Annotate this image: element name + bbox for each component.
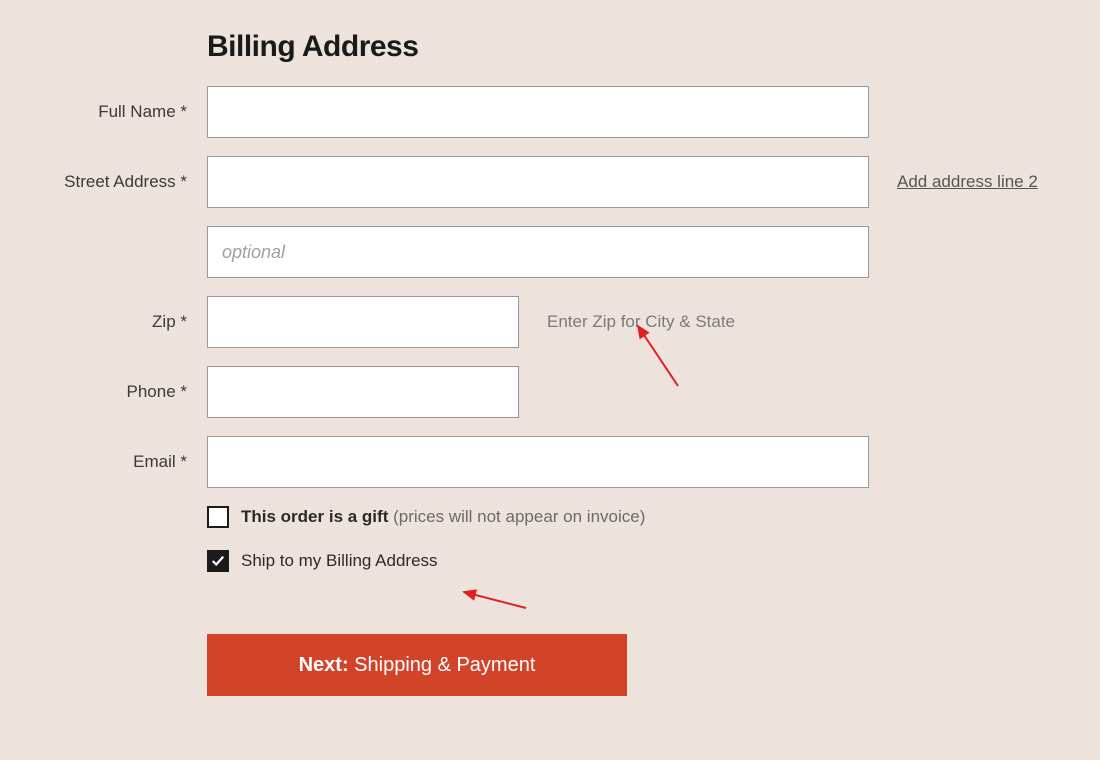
gift-label-bold: This order is a gift	[241, 507, 388, 526]
street-address-2-row	[20, 226, 1080, 278]
email-input[interactable]	[207, 436, 869, 488]
full-name-row: Full Name *	[20, 86, 1080, 138]
add-address-line-2-link[interactable]: Add address line 2	[897, 172, 1038, 192]
phone-label: Phone *	[20, 382, 207, 402]
ship-billing-checkbox[interactable]	[207, 550, 229, 572]
email-label: Email *	[20, 452, 207, 472]
next-button-prefix: Next:	[299, 654, 349, 676]
phone-row: Phone *	[20, 366, 1080, 418]
street-address-row: Street Address * Add address line 2	[20, 156, 1080, 208]
zip-row: Zip * Enter Zip for City & State	[20, 296, 1080, 348]
gift-checkbox[interactable]	[207, 506, 229, 528]
phone-input[interactable]	[207, 366, 519, 418]
gift-checkbox-row: This order is a gift (prices will not ap…	[207, 506, 1080, 528]
billing-address-form: Billing Address Full Name * Street Addre…	[0, 0, 1100, 716]
full-name-input[interactable]	[207, 86, 869, 138]
street-address-label: Street Address *	[20, 172, 207, 192]
gift-label-paren: (prices will not appear on invoice)	[388, 507, 645, 526]
next-button-rest: Shipping & Payment	[349, 654, 536, 676]
zip-hint: Enter Zip for City & State	[547, 312, 735, 332]
full-name-label: Full Name *	[20, 102, 207, 122]
email-row: Email *	[20, 436, 1080, 488]
street-address-2-input[interactable]	[207, 226, 869, 278]
ship-billing-checkbox-label: Ship to my Billing Address	[241, 551, 438, 571]
checkmark-icon	[211, 554, 225, 568]
zip-label: Zip *	[20, 312, 207, 332]
zip-input[interactable]	[207, 296, 519, 348]
street-address-input[interactable]	[207, 156, 869, 208]
gift-checkbox-label: This order is a gift (prices will not ap…	[241, 507, 645, 527]
ship-billing-checkbox-row: Ship to my Billing Address	[207, 550, 1080, 572]
form-title: Billing Address	[207, 30, 1080, 64]
next-button[interactable]: Next: Shipping & Payment	[207, 634, 627, 696]
